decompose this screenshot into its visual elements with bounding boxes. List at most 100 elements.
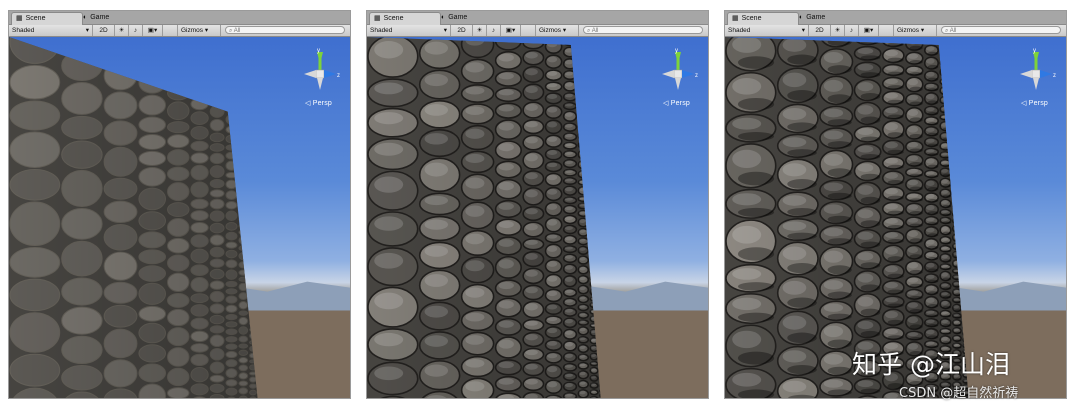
image-icon: ▣▾ xyxy=(505,27,516,34)
effects-dropdown[interactable]: ▣▾ xyxy=(143,25,163,36)
persp-arrow-icon: ◁ xyxy=(1020,100,1027,107)
scene-tab-icon: ▦ xyxy=(732,15,739,22)
draw-mode-dropdown[interactable]: Shaded ▾ xyxy=(725,25,809,36)
svg-text:y: y xyxy=(317,48,320,54)
svg-text:y: y xyxy=(675,48,678,54)
search-placeholder: All xyxy=(591,28,599,34)
chevron-down-icon: ▾ xyxy=(562,27,567,34)
svg-text:y: y xyxy=(1033,48,1036,54)
game-tab-icon: ◐ xyxy=(441,14,446,21)
tab-game[interactable]: ◐ Game xyxy=(795,12,831,24)
svg-text:z: z xyxy=(695,73,698,79)
projection-label[interactable]: ◁ Persp xyxy=(1021,99,1048,107)
tab-bar: ▦ Scene ◐ Game xyxy=(9,11,350,25)
chevron-down-icon: ▾ xyxy=(85,27,89,34)
lighting-toggle[interactable]: ☀ xyxy=(473,25,487,36)
lighting-toggle[interactable]: ☀ xyxy=(831,25,845,36)
chevron-down-icon: ▾ xyxy=(801,27,805,34)
gizmo-center-cube xyxy=(1031,69,1041,79)
search-icon: ⌕ xyxy=(229,28,233,34)
game-tab-icon: ◐ xyxy=(799,14,804,21)
gizmo-y-axis-icon xyxy=(317,52,323,70)
draw-mode-label: Shaded xyxy=(370,27,393,34)
scene-toolbar: Shaded ▾ 2D ☀ ♪ ▣▾ Gizmos ▾ ⌕ All xyxy=(367,25,708,37)
effects-dropdown[interactable]: ▣▾ xyxy=(501,25,521,36)
chevron-down-icon: ▾ xyxy=(204,27,209,34)
game-tab-icon: ◐ xyxy=(83,14,88,21)
gizmo-down-axis-icon xyxy=(1033,78,1039,90)
gizmo-y-axis-icon xyxy=(1033,52,1039,70)
speaker-icon: ♪ xyxy=(849,27,854,34)
sun-icon: ☀ xyxy=(118,27,125,34)
scene-viewport[interactable]: y z ◁ Persp xyxy=(9,37,350,398)
hierarchy-search-input[interactable]: ⌕ All xyxy=(225,26,345,34)
mode-2d-button[interactable]: 2D xyxy=(93,25,115,36)
csdn-credit: CSDN @超自然祈祷 xyxy=(899,386,1019,401)
audio-toggle[interactable]: ♪ xyxy=(845,25,859,36)
scene-viewport[interactable]: y z ◁ Persp xyxy=(725,37,1066,398)
audio-toggle[interactable]: ♪ xyxy=(487,25,501,36)
effects-dropdown[interactable]: ▣▾ xyxy=(859,25,879,36)
svg-text:z: z xyxy=(337,73,340,79)
scene-toolbar: Shaded ▾ 2D ☀ ♪ ▣▾ Gizmos ▾ ⌕ All xyxy=(9,25,350,37)
tab-game[interactable]: ◐ Game xyxy=(437,12,473,24)
tab-scene[interactable]: ▦ Scene xyxy=(369,12,441,25)
scene-viewport[interactable]: y z ◁ Persp xyxy=(367,37,708,398)
projection-label[interactable]: ◁ Persp xyxy=(305,99,332,107)
tab-scene-label: Scene xyxy=(741,15,762,22)
search-icon: ⌕ xyxy=(587,28,591,34)
scene-window-2: ▦ Scene ◐ Game Shaded ▾ 2D ☀ ♪ ▣▾ Gizmos… xyxy=(366,10,709,399)
gizmos-dropdown[interactable]: Gizmos ▾ xyxy=(893,25,937,36)
tab-game[interactable]: ◐ Game xyxy=(79,12,115,24)
mode-2d-button[interactable]: 2D xyxy=(451,25,473,36)
gizmo-center-cube xyxy=(315,69,325,79)
image-icon: ▣▾ xyxy=(863,27,874,34)
draw-mode-dropdown[interactable]: Shaded ▾ xyxy=(367,25,451,36)
gizmos-dropdown[interactable]: Gizmos ▾ xyxy=(535,25,579,36)
projection-label-text: Persp xyxy=(312,100,332,107)
gizmos-dropdown[interactable]: Gizmos ▾ xyxy=(177,25,221,36)
scene-window-3: ▦ Scene ◐ Game Shaded ▾ 2D ☀ ♪ ▣▾ Gizmos… xyxy=(724,10,1067,399)
audio-toggle[interactable]: ♪ xyxy=(129,25,143,36)
hierarchy-search-input[interactable]: ⌕ All xyxy=(941,26,1061,34)
scene-tab-icon: ▦ xyxy=(16,15,23,22)
gizmo-z-axis-icon xyxy=(682,70,694,78)
gizmo-down-axis-icon xyxy=(317,78,323,90)
sun-icon: ☀ xyxy=(476,27,483,34)
search-icon: ⌕ xyxy=(945,28,949,34)
projection-label-text: Persp xyxy=(1028,100,1048,107)
gizmo-x-axis-icon xyxy=(662,70,674,78)
gizmo-down-axis-icon xyxy=(675,78,681,90)
mode-2d-button[interactable]: 2D xyxy=(809,25,831,36)
chevron-down-icon: ▾ xyxy=(443,27,447,34)
scene-toolbar: Shaded ▾ 2D ☀ ♪ ▣▾ Gizmos ▾ ⌕ All xyxy=(725,25,1066,37)
tab-scene[interactable]: ▦ Scene xyxy=(11,12,83,25)
persp-arrow-icon: ◁ xyxy=(662,100,669,107)
tab-scene-label: Scene xyxy=(25,15,46,22)
tab-game-label: Game xyxy=(448,14,468,21)
draw-mode-label: Shaded xyxy=(728,27,751,34)
draw-mode-dropdown[interactable]: Shaded ▾ xyxy=(9,25,93,36)
gizmos-label: Gizmos xyxy=(539,27,562,34)
gizmos-label: Gizmos xyxy=(181,27,204,34)
zhihu-watermark: 知乎 @江山泪 xyxy=(852,350,1010,379)
projection-label-text: Persp xyxy=(670,100,690,107)
chevron-down-icon: ▾ xyxy=(920,27,925,34)
gizmos-label: Gizmos xyxy=(897,27,920,34)
tab-bar: ▦ Scene ◐ Game xyxy=(367,11,708,25)
tab-game-label: Game xyxy=(90,14,110,21)
search-placeholder: All xyxy=(233,28,241,34)
speaker-icon: ♪ xyxy=(133,27,138,34)
tab-scene-label: Scene xyxy=(383,15,404,22)
scene-tab-icon: ▦ xyxy=(374,15,381,22)
gizmo-y-axis-icon xyxy=(675,52,681,70)
tab-scene[interactable]: ▦ Scene xyxy=(727,12,799,25)
projection-label[interactable]: ◁ Persp xyxy=(663,99,690,107)
speaker-icon: ♪ xyxy=(491,27,496,34)
hierarchy-search-input[interactable]: ⌕ All xyxy=(583,26,703,34)
gizmo-x-axis-icon xyxy=(1020,70,1032,78)
lighting-toggle[interactable]: ☀ xyxy=(115,25,129,36)
search-placeholder: All xyxy=(949,28,957,34)
gizmo-x-axis-icon xyxy=(304,70,316,78)
tab-game-label: Game xyxy=(806,14,826,21)
